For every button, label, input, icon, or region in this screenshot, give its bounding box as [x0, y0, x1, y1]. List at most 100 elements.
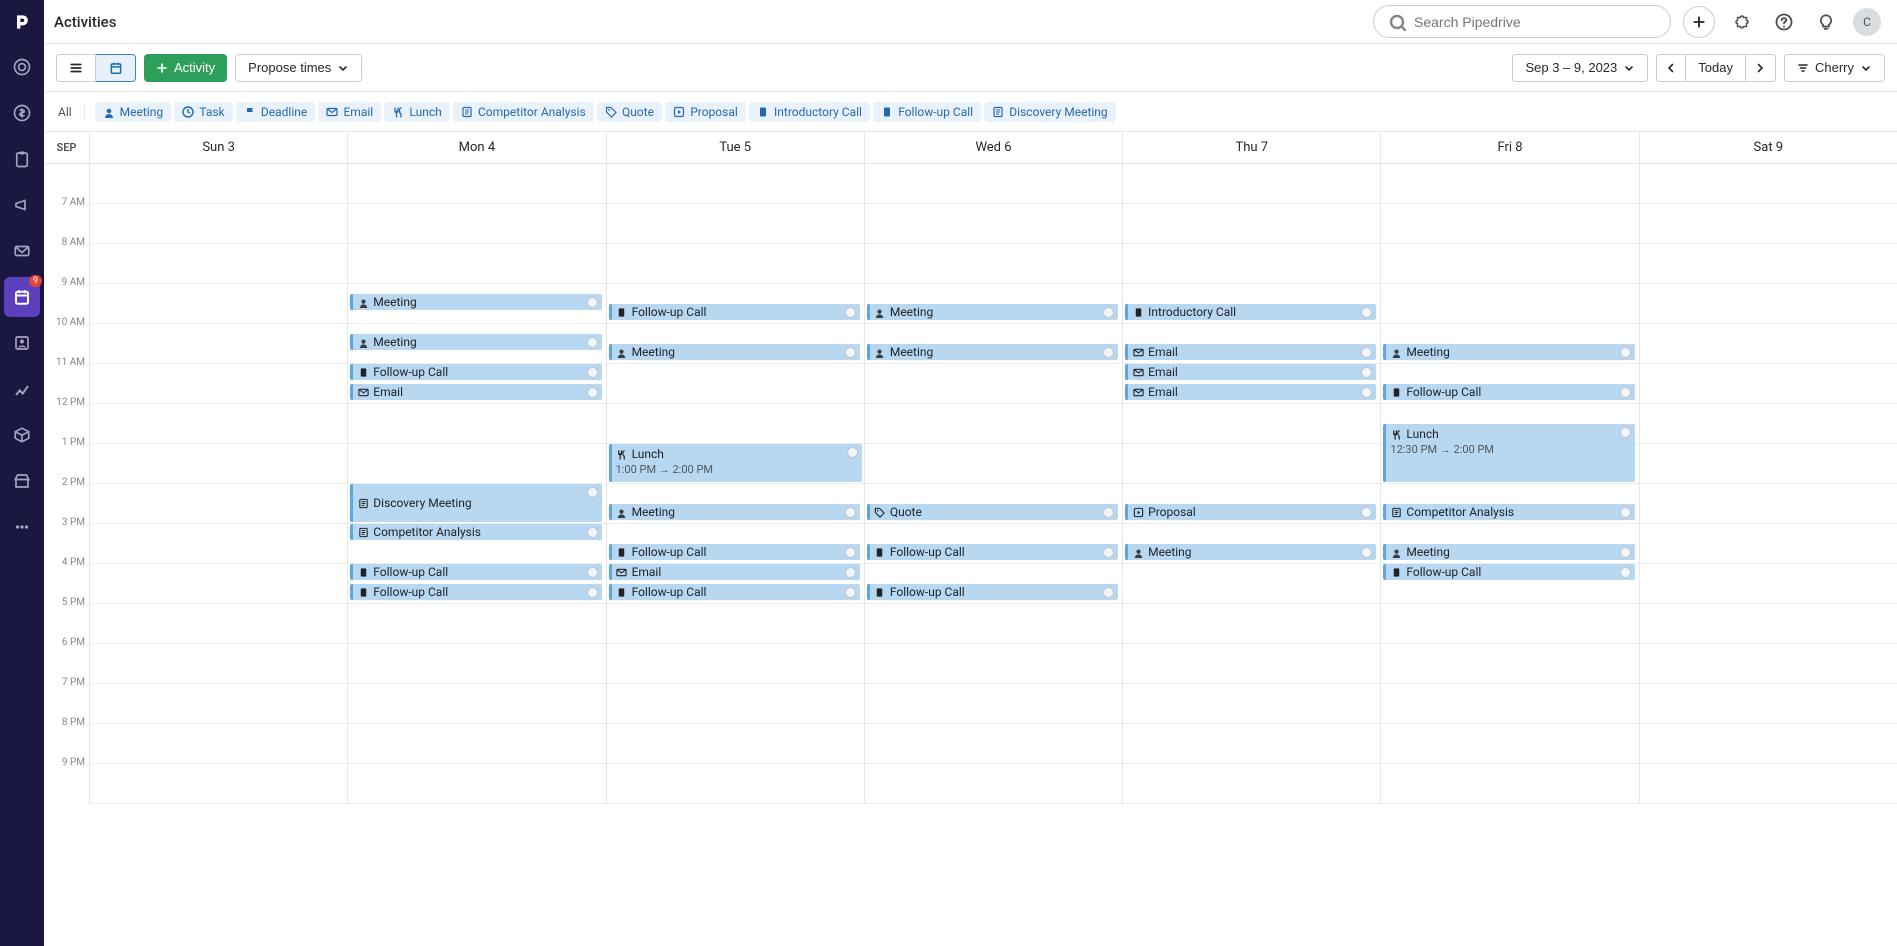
calendar-event[interactable]: Meeting: [867, 344, 1118, 360]
complete-toggle[interactable]: [1103, 307, 1114, 318]
calendar-event[interactable]: Discovery Meeting: [350, 484, 601, 522]
day-column[interactable]: MeetingMeetingQuoteFollow-up CallFollow-…: [865, 164, 1123, 804]
complete-toggle[interactable]: [847, 447, 858, 458]
day-column[interactable]: Introductory CallEmailEmailEmailProposal…: [1123, 164, 1381, 804]
complete-toggle[interactable]: [587, 487, 598, 498]
calendar-event[interactable]: Follow-up Call: [609, 584, 860, 600]
filter-chip-competitor-analysis[interactable]: Competitor Analysis: [453, 102, 594, 122]
filter-chip-proposal[interactable]: Proposal: [665, 102, 746, 122]
calendar-body[interactable]: 7 AM8 AM9 AM10 AM11 AM12 PM1 PM2 PM3 PM4…: [44, 164, 1897, 946]
calendar-event[interactable]: Email: [350, 384, 601, 400]
nav-leads[interactable]: [4, 47, 40, 87]
calendar-event[interactable]: Introductory Call: [1125, 304, 1376, 320]
nav-mail[interactable]: [4, 231, 40, 271]
complete-toggle[interactable]: [587, 387, 598, 398]
list-view-button[interactable]: [56, 54, 96, 82]
calendar-view-button[interactable]: [96, 54, 136, 82]
calendar-event[interactable]: Follow-up Call: [1383, 564, 1634, 580]
day-header[interactable]: Tue 5: [607, 132, 865, 163]
filter-chip-deadline[interactable]: Deadline: [236, 102, 315, 122]
calendar-event[interactable]: Meeting: [609, 504, 860, 520]
calendar-event[interactable]: Follow-up Call: [609, 544, 860, 560]
complete-toggle[interactable]: [845, 547, 856, 558]
day-column[interactable]: Meeting Meeting Follow-up Call Email Discove…: [348, 164, 606, 804]
complete-toggle[interactable]: [1620, 387, 1631, 398]
calendar-event[interactable]: Email: [609, 564, 860, 580]
calendar-event[interactable]: Follow-up Call: [350, 564, 601, 580]
complete-toggle[interactable]: [587, 587, 598, 598]
complete-toggle[interactable]: [1361, 367, 1372, 378]
calendar-event[interactable]: Email: [1125, 384, 1376, 400]
complete-toggle[interactable]: [1361, 507, 1372, 518]
complete-toggle[interactable]: [845, 587, 856, 598]
complete-toggle[interactable]: [1361, 547, 1372, 558]
complete-toggle[interactable]: [587, 527, 598, 538]
calendar-event[interactable]: Quote: [867, 504, 1118, 520]
calendar-event[interactable]: Meeting: [350, 294, 601, 310]
search-box[interactable]: [1373, 5, 1671, 38]
calendar-event[interactable]: Competitor Analysis: [1383, 504, 1634, 520]
day-header[interactable]: Thu 7: [1123, 132, 1381, 163]
nav-campaigns[interactable]: [4, 185, 40, 225]
nav-activities[interactable]: 9: [4, 277, 40, 317]
propose-times-button[interactable]: Propose times: [235, 54, 362, 82]
complete-toggle[interactable]: [1103, 547, 1114, 558]
complete-toggle[interactable]: [1620, 547, 1631, 558]
day-header[interactable]: Mon 4: [348, 132, 606, 163]
calendar-event[interactable]: Meeting: [1383, 544, 1634, 560]
nav-more[interactable]: [4, 507, 40, 547]
calendar-event[interactable]: Meeting: [1125, 544, 1376, 560]
complete-toggle[interactable]: [1620, 567, 1631, 578]
day-header[interactable]: Wed 6: [865, 132, 1123, 163]
extensions-icon[interactable]: [1727, 7, 1757, 37]
complete-toggle[interactable]: [587, 567, 598, 578]
filter-chip-lunch[interactable]: Lunch: [384, 102, 449, 122]
calendar-event[interactable]: Follow-up Call: [350, 584, 601, 600]
complete-toggle[interactable]: [1103, 347, 1114, 358]
complete-toggle[interactable]: [1620, 347, 1631, 358]
nav-deals[interactable]: [4, 93, 40, 133]
search-input[interactable]: [1414, 14, 1656, 30]
calendar-event[interactable]: Follow-up Call: [1383, 384, 1634, 400]
complete-toggle[interactable]: [1361, 307, 1372, 318]
filter-chip-quote[interactable]: Quote: [597, 102, 662, 122]
complete-toggle[interactable]: [1103, 507, 1114, 518]
complete-toggle[interactable]: [845, 347, 856, 358]
calendar-event[interactable]: Meeting: [867, 304, 1118, 320]
nav-projects[interactable]: [4, 139, 40, 179]
day-column[interactable]: Meeting Follow-up Call Lunch12:30 PM → 2:0…: [1381, 164, 1639, 804]
calendar-event[interactable]: Follow-up Call: [867, 544, 1118, 560]
app-logo[interactable]: [0, 0, 44, 44]
calendar-event[interactable]: Meeting: [350, 334, 601, 350]
complete-toggle[interactable]: [845, 507, 856, 518]
filter-chip-meeting[interactable]: Meeting: [95, 102, 171, 122]
day-column[interactable]: [1640, 164, 1897, 804]
help-icon[interactable]: [1769, 7, 1799, 37]
filter-all[interactable]: All: [56, 105, 85, 119]
tips-icon[interactable]: [1811, 7, 1841, 37]
nav-marketplace[interactable]: [4, 461, 40, 501]
filter-chip-follow-up-call[interactable]: Follow-up Call: [873, 102, 981, 122]
filter-chip-task[interactable]: Task: [174, 102, 232, 122]
calendar-event[interactable]: Follow-up Call: [350, 364, 601, 380]
user-filter-button[interactable]: Cherry: [1784, 54, 1885, 82]
complete-toggle[interactable]: [1620, 427, 1631, 438]
complete-toggle[interactable]: [1620, 507, 1631, 518]
complete-toggle[interactable]: [587, 297, 598, 308]
nav-insights[interactable]: [4, 369, 40, 409]
calendar-event[interactable]: Lunch12:30 PM → 2:00 PM: [1383, 424, 1634, 482]
today-button[interactable]: Today: [1686, 54, 1746, 82]
day-header[interactable]: Fri 8: [1381, 132, 1639, 163]
complete-toggle[interactable]: [845, 567, 856, 578]
date-range-button[interactable]: Sep 3 – 9, 2023: [1512, 54, 1648, 82]
add-activity-button[interactable]: Activity: [144, 54, 227, 82]
complete-toggle[interactable]: [587, 337, 598, 348]
calendar-event[interactable]: Meeting: [609, 344, 860, 360]
calendar-event[interactable]: Proposal: [1125, 504, 1376, 520]
day-header[interactable]: Sat 9: [1640, 132, 1897, 163]
calendar-event[interactable]: Email: [1125, 364, 1376, 380]
filter-chip-email[interactable]: Email: [318, 102, 381, 122]
filter-chip-discovery-meeting[interactable]: Discovery Meeting: [984, 102, 1115, 122]
complete-toggle[interactable]: [1361, 347, 1372, 358]
complete-toggle[interactable]: [845, 307, 856, 318]
